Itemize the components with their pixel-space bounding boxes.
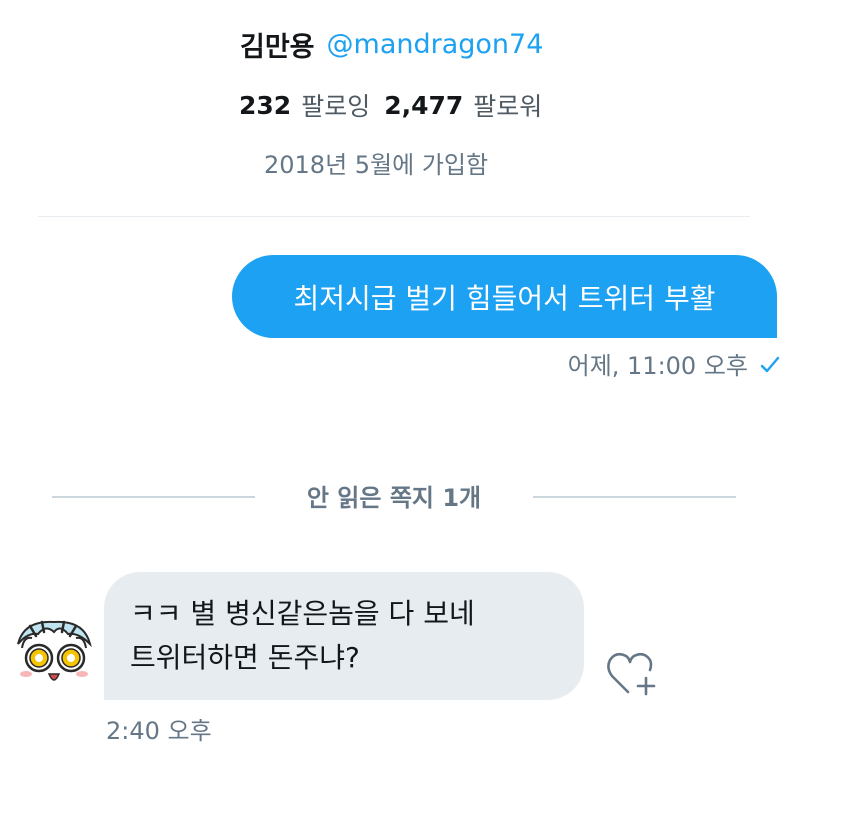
- profile-name-row[interactable]: 김만용 @mandragon74: [240, 26, 544, 63]
- following-count[interactable]: 232: [239, 91, 291, 120]
- sender-avatar[interactable]: [12, 614, 96, 698]
- sent-message-bubble[interactable]: 최저시급 벌기 힘들어서 트위터 부활: [232, 255, 777, 338]
- profile-handle[interactable]: @mandragon74: [327, 29, 544, 60]
- profile-stats: 232 팔로잉 2,477 팔로워: [239, 87, 542, 123]
- sent-message-meta: 어제, 11:00 오후: [568, 346, 780, 380]
- following-label[interactable]: 팔로잉: [301, 87, 370, 123]
- sent-message-time: 어제, 11:00 오후: [567, 351, 748, 380]
- header-divider: [38, 216, 750, 217]
- unread-messages-divider: 안 읽은 쪽지 1개: [52, 476, 736, 516]
- sent-message-text: 최저시급 벌기 힘들어서 트위터 부활: [293, 281, 716, 315]
- conversation-profile-header: 김만용 @mandragon74 232 팔로잉 2,477 팔로워 2018년…: [0, 0, 850, 200]
- followers-label[interactable]: 팔로워: [473, 87, 542, 123]
- heart-plus-icon: [604, 652, 660, 702]
- divider-line-right: [533, 496, 736, 498]
- received-message-line-2: 트위터하면 돈주냐?: [130, 641, 360, 674]
- received-message-time: 2:40 오후: [106, 716, 212, 745]
- followers-count[interactable]: 2,477: [384, 91, 463, 120]
- received-message-bubble[interactable]: ㅋㅋ 별 병신같은놈을 다 보네 트위터하면 돈주냐?: [104, 572, 584, 700]
- profile-display-name: 김만용: [240, 31, 315, 63]
- profile-joined-date: 2018년 5월에 가입함: [264, 150, 489, 179]
- like-message-button[interactable]: [604, 648, 660, 698]
- received-message-line-1: ㅋㅋ 별 병신같은놈을 다 보네: [130, 597, 475, 630]
- checkmark-icon: [760, 353, 780, 373]
